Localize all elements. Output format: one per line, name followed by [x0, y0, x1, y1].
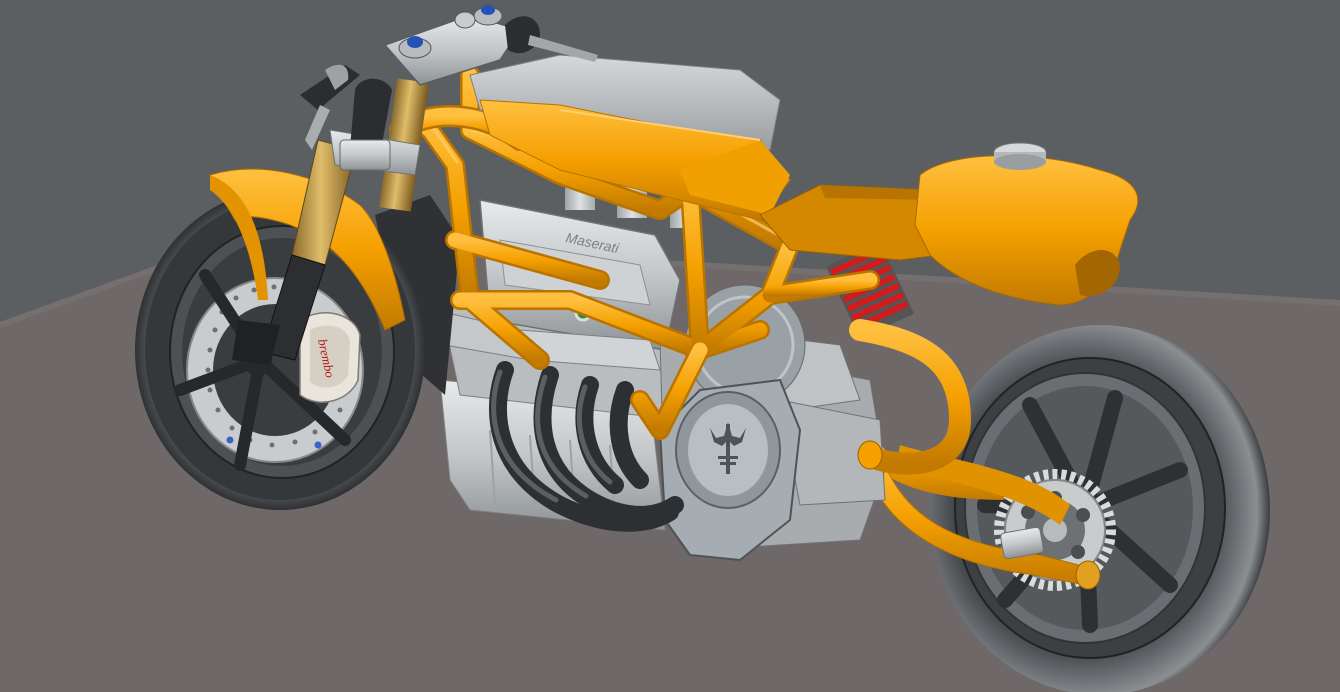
motorcycle-model-render: Maserati brembo	[0, 0, 1340, 692]
cad-3d-viewport[interactable]: Maserati brembo	[0, 0, 1340, 692]
fork-preload-adjuster-left	[407, 36, 423, 48]
rear-wheel	[930, 325, 1270, 692]
fork-preload-adjuster-right	[481, 5, 495, 15]
front-brake-caliper: brembo	[299, 312, 361, 403]
